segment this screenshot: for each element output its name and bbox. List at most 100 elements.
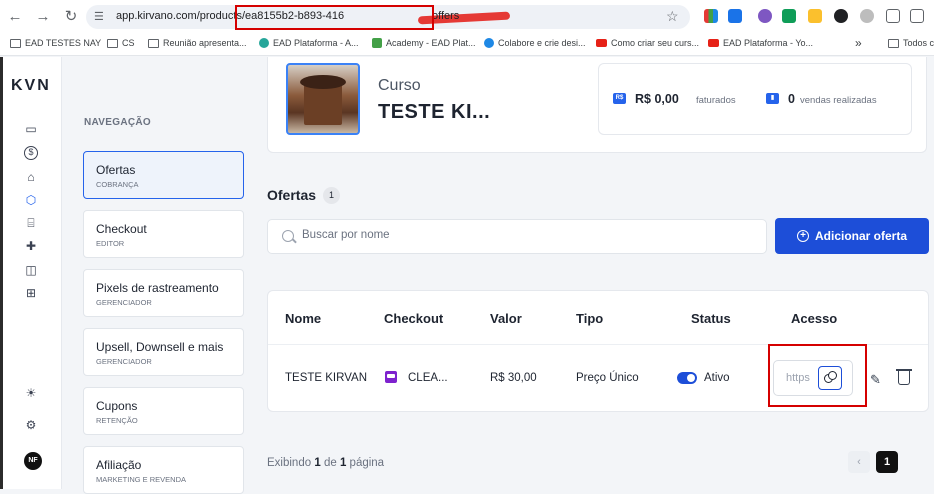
nav-item-label: Upsell, Downsell e mais [96, 340, 224, 354]
puzzle-icon[interactable]: ✚ [24, 239, 38, 253]
site-info-icon[interactable]: ☰ [94, 11, 108, 23]
dollar-icon[interactable]: $ [24, 146, 38, 160]
column-header-valor: Valor [490, 311, 522, 326]
url-highlight-box [235, 5, 434, 30]
app-sidebar: KVN ▭ $ ⌂ ⬡ ⌸ ✚ ◫ ⊞ ☀ ⚙ NF [0, 57, 62, 489]
nav-item-label: Ofertas [96, 163, 136, 177]
revenue-label: faturados [696, 95, 736, 106]
extension-icon[interactable] [834, 9, 848, 23]
bookmark-star-icon[interactable]: ☆ [666, 8, 679, 25]
bookmark-link[interactable]: Academy - EAD Plat... [372, 38, 476, 48]
site-icon [484, 38, 494, 48]
youtube-icon [708, 39, 719, 47]
puzzle-icon[interactable] [886, 9, 900, 23]
reload-icon[interactable]: ↻ [62, 8, 80, 26]
nav-item-sub: MARKETING E REVENDA [96, 475, 187, 484]
product-thumbnail [286, 63, 360, 135]
product-navigation: NAVEGAÇÃO Ofertas COBRANÇA Checkout EDIT… [62, 57, 258, 494]
folder-icon [888, 38, 899, 48]
bookmark-folder[interactable]: CS [107, 38, 135, 48]
offer-name: TESTE KIRVANO [285, 372, 367, 384]
bookmarks-bar: EAD TESTES NAY CS Reunião apresenta... E… [0, 34, 934, 56]
pagination-prev-button[interactable]: ‹ [848, 451, 870, 473]
gift-icon[interactable]: ⊞ [24, 286, 38, 300]
revenue-icon: R$ [613, 93, 626, 104]
extension-icon[interactable] [808, 9, 822, 23]
bookmark-folder[interactable]: Todos c [888, 38, 934, 48]
sales-label: vendas realizadas [800, 95, 877, 106]
logo[interactable]: KVN [11, 77, 51, 95]
trash-icon[interactable] [896, 369, 912, 385]
access-highlight-box [768, 344, 867, 407]
sales-value: 0 [788, 92, 795, 106]
store-icon[interactable]: ⌂ [24, 170, 38, 184]
extension-icon[interactable] [704, 9, 718, 23]
folder-icon [148, 38, 159, 48]
nav-item-label: Cupons [96, 399, 138, 413]
tab-icon[interactable] [910, 9, 924, 23]
bookmarks-overflow[interactable]: » [855, 36, 862, 50]
folder-icon [10, 38, 21, 48]
pagination-summary: Exibindo 1 de 1 página [267, 457, 385, 469]
nav-item-label: Pixels de rastreamento [96, 281, 219, 295]
extension-icon[interactable] [728, 9, 742, 23]
nav-item-cupons[interactable]: Cupons RETENÇÃO [83, 387, 244, 435]
url-suffix: offers [432, 10, 460, 22]
nav-item-ofertas[interactable]: Ofertas COBRANÇA [83, 151, 244, 199]
settings-icon[interactable]: ⚙ [24, 418, 38, 432]
extension-icon[interactable] [782, 9, 796, 23]
nav-item-sub: EDITOR [96, 239, 125, 248]
extension-icon[interactable] [860, 9, 874, 23]
browser-toolbar: ← → ↻ ☰ app.kirvano.com/products/ea8155b… [0, 0, 934, 34]
column-header-checkout: Checkout [384, 311, 444, 326]
avatar[interactable]: NF [24, 452, 42, 470]
forward-icon[interactable]: → [34, 8, 52, 26]
edit-icon[interactable]: ✎ [870, 372, 881, 388]
offers-count-badge: 1 [323, 187, 340, 204]
checkout-icon [385, 371, 397, 383]
bookmark-link[interactable]: EAD Plataforma - A... [259, 38, 359, 48]
status-toggle[interactable] [677, 372, 697, 384]
add-offer-button[interactable]: + Adicionar oferta [775, 218, 929, 254]
nav-item-sub: COBRANÇA [96, 180, 139, 189]
nav-item-sub: GERENCIADOR [96, 357, 152, 366]
nav-item-sub: RETENÇÃO [96, 416, 138, 425]
revenue-value: R$ 0,00 [635, 92, 679, 106]
column-header-nome: Nome [285, 311, 322, 326]
bag-icon[interactable]: ◫ [24, 263, 38, 277]
main-content: Curso TESTE KI... R$ R$ 0,00 faturados ▮… [258, 57, 934, 489]
product-type: Curso [378, 77, 421, 94]
bank-icon[interactable]: ⌸ [24, 216, 38, 230]
bookmark-folder[interactable]: Reunião apresenta... [148, 38, 247, 48]
window-edge [0, 57, 3, 489]
youtube-icon [596, 39, 607, 47]
back-icon[interactable]: ← [6, 8, 24, 26]
site-icon [372, 38, 382, 48]
search-input[interactable] [302, 229, 702, 241]
offers-title: Ofertas [267, 187, 317, 203]
bookmark-link[interactable]: Como criar seu curs... [596, 38, 699, 48]
product-stats: R$ R$ 0,00 faturados ▮ 0 vendas realizad… [598, 63, 912, 135]
column-header-acesso: Acesso [791, 311, 838, 326]
nav-item-pixels[interactable]: Pixels de rastreamento GERENCIADOR [83, 269, 244, 317]
bookmark-link[interactable]: EAD Plataforma - Yo... [708, 38, 813, 48]
offer-type: Preço Único [576, 372, 639, 384]
navigation-title: NAVEGAÇÃO [84, 117, 151, 128]
add-offer-label: Adicionar oferta [814, 229, 907, 243]
nav-item-afiliacao[interactable]: Afiliação MARKETING E REVENDA [83, 446, 244, 494]
offer-status: Ativo [704, 372, 730, 384]
offers-search [267, 219, 767, 254]
site-icon [259, 38, 269, 48]
bookmark-folder[interactable]: EAD TESTES NAY [10, 38, 101, 48]
bookmark-link[interactable]: Colabore e crie desi... [484, 38, 586, 48]
extension-icon[interactable] [758, 9, 772, 23]
box-icon[interactable]: ⬡ [24, 193, 38, 207]
nav-item-checkout[interactable]: Checkout EDITOR [83, 210, 244, 258]
dashboard-icon[interactable]: ▭ [24, 122, 38, 136]
pagination-page-button[interactable]: 1 [876, 451, 898, 473]
plus-circle-icon: + [796, 230, 809, 242]
sun-icon[interactable]: ☀ [24, 386, 38, 400]
search-icon [282, 230, 294, 242]
nav-item-upsell[interactable]: Upsell, Downsell e mais GERENCIADOR [83, 328, 244, 376]
offer-checkout[interactable]: CLEA... [408, 372, 448, 384]
